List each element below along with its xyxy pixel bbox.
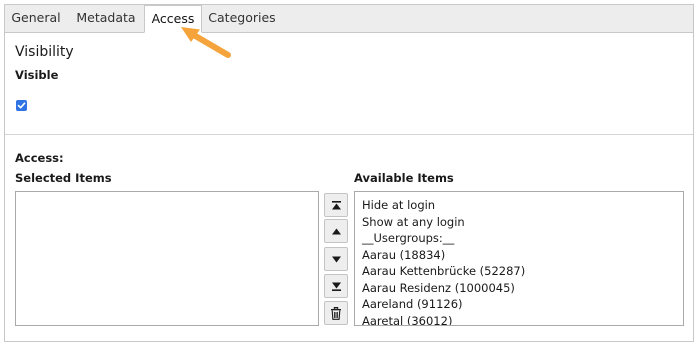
visibility-section-title: Visibility xyxy=(15,44,74,60)
move-up-icon xyxy=(331,228,341,234)
list-item[interactable]: __Usergroups:__ xyxy=(355,230,683,247)
tab-metadata[interactable]: Metadata xyxy=(69,5,143,32)
annotation-arrow-icon xyxy=(181,27,231,58)
move-down-icon xyxy=(331,256,341,262)
move-to-bottom-icon xyxy=(331,282,341,291)
list-item[interactable]: Aareland (91126) xyxy=(355,296,683,313)
checkmark-icon xyxy=(17,102,26,109)
tab-general-label: General xyxy=(11,10,61,25)
list-item[interactable]: Aarau Kettenbrücke (52287) xyxy=(355,263,683,280)
move-to-bottom-button[interactable] xyxy=(324,274,348,298)
list-item[interactable]: Aarau Residenz (1000045) xyxy=(355,280,683,297)
available-items-header: Available Items xyxy=(354,171,454,185)
visible-field-label: Visible xyxy=(15,68,59,82)
selected-items-header: Selected Items xyxy=(15,171,112,185)
list-item[interactable]: Aaretal (36012) xyxy=(355,313,683,326)
visible-checkbox[interactable] xyxy=(16,100,27,111)
section-divider xyxy=(5,134,693,135)
move-up-button[interactable] xyxy=(324,219,348,243)
tab-bar: General Metadata Access Categories xyxy=(5,5,693,33)
list-item[interactable]: Hide at login xyxy=(355,197,683,214)
trash-icon xyxy=(331,306,341,320)
move-to-top-icon xyxy=(331,200,341,209)
tab-general[interactable]: General xyxy=(5,5,67,32)
access-field-label: Access: xyxy=(15,151,64,165)
list-item[interactable]: Aarau (18834) xyxy=(355,247,683,264)
move-down-button[interactable] xyxy=(324,247,348,271)
available-items-list[interactable]: Hide at login Show at any login __Usergr… xyxy=(354,191,684,326)
selected-items-list[interactable] xyxy=(15,191,319,326)
remove-item-button[interactable] xyxy=(324,301,348,325)
tab-metadata-label: Metadata xyxy=(76,10,136,25)
list-item[interactable]: Show at any login xyxy=(355,214,683,231)
content-element-panel: General Metadata Access Categories Visib… xyxy=(4,4,694,342)
move-to-top-button[interactable] xyxy=(324,193,348,217)
